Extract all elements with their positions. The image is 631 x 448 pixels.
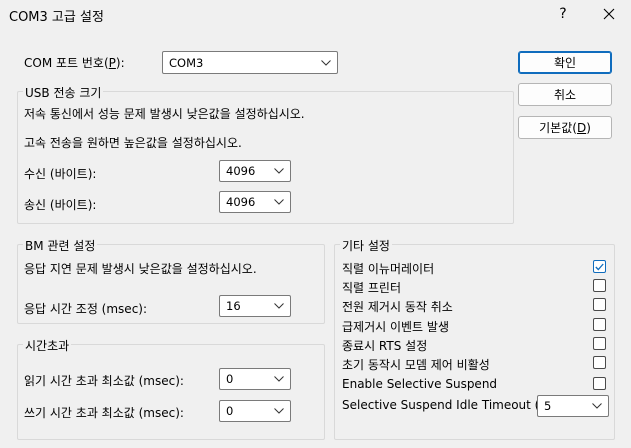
defaults-button[interactable]: 기본값(D) (518, 116, 612, 139)
bm-group-title: BM 관련 설정 (23, 237, 98, 254)
chevron-down-icon (586, 403, 608, 409)
bm-hint: 응답 지연 문제 발생시 낮은값을 설정하십시오. (24, 262, 257, 276)
cancel-button[interactable]: 취소 (518, 83, 612, 106)
checkbox-serial-printer[interactable] (593, 279, 606, 292)
port-select[interactable]: COM3 (162, 51, 338, 74)
usb-hint-1: 저속 통신에서 성능 문제 발생시 낮은값을 설정하십시오. (24, 107, 305, 121)
chevron-down-icon (268, 168, 290, 174)
checkbox-serial-enumerator[interactable] (593, 260, 606, 273)
ok-button-label: 확인 (553, 56, 577, 70)
cancel-button-label: 취소 (553, 88, 577, 102)
chevron-down-icon (268, 376, 290, 382)
option-label-set-rts-on-close: 종료시 RTS 설정 (342, 339, 428, 353)
write-timeout-label: 쓰기 시간 초과 최소값 (msec): (24, 406, 184, 420)
usb-hint-2: 고속 전송을 원하면 높은값을 설정하십시오. (24, 136, 242, 150)
option-label-surprise-removal-event: 급제거시 이벤트 발생 (342, 320, 449, 334)
close-button[interactable] (586, 0, 631, 28)
timeouts-group-title: 시간초과 (23, 337, 72, 354)
checkbox-set-rts-on-close[interactable] (593, 337, 606, 350)
chevron-down-icon (268, 408, 290, 414)
read-timeout-label: 읽기 시간 초과 최소값 (msec): (24, 374, 184, 388)
idle-timeout-value: 5 (544, 399, 552, 413)
help-button[interactable]: ? (540, 0, 586, 28)
option-label-cancel-on-power-off: 전원 제거시 동작 취소 (342, 300, 453, 314)
chevron-down-icon (268, 199, 290, 205)
chevron-down-icon (268, 303, 290, 309)
defaults-button-label: 기본값(D) (539, 121, 591, 135)
chevron-down-icon (315, 59, 337, 66)
timeouts-group (17, 344, 325, 440)
latency-select[interactable]: 16 (219, 295, 291, 317)
latency-value: 16 (226, 299, 241, 313)
write-timeout-select[interactable]: 0 (219, 400, 291, 422)
misc-group-title: 기타 설정 (340, 237, 392, 254)
transmit-size-select[interactable]: 4096 (219, 191, 291, 213)
latency-label: 응답 시간 조정 (msec): (24, 302, 148, 316)
option-label-selective-suspend: Enable Selective Suspend (342, 377, 498, 391)
idle-timeout-select[interactable]: 5 (537, 395, 609, 417)
checkbox-cancel-on-power-off[interactable] (593, 298, 606, 311)
checkbox-surprise-removal-event[interactable] (593, 318, 606, 331)
receive-size-value: 4096 (226, 164, 256, 178)
read-timeout-select[interactable]: 0 (219, 368, 291, 390)
read-timeout-value: 0 (226, 372, 234, 386)
option-label-serial-printer: 직렬 프린터 (342, 281, 402, 295)
option-label-serial-enumerator: 직렬 이뉴머레이터 (342, 262, 435, 276)
window-title: COM3 고급 설정 (9, 10, 104, 25)
receive-size-select[interactable]: 4096 (219, 160, 291, 182)
checkbox-disable-modem-ctrl[interactable] (593, 356, 606, 369)
help-icon: ? (559, 6, 567, 22)
ok-button[interactable]: 확인 (518, 51, 612, 74)
option-label-disable-modem-ctrl: 초기 동작시 모뎀 제어 비활성 (342, 358, 490, 372)
port-select-value: COM3 (169, 55, 204, 70)
receive-label: 수신 (바이트): (24, 167, 97, 181)
transmit-size-value: 4096 (226, 195, 256, 209)
port-label: COM 포트 번호(P): (24, 56, 125, 70)
checkmark-icon (595, 263, 604, 270)
usb-group-title: USB 전송 크기 (23, 84, 104, 101)
checkbox-selective-suspend[interactable] (593, 377, 606, 390)
close-icon (603, 8, 615, 20)
write-timeout-value: 0 (226, 404, 234, 418)
transmit-label: 송신 (바이트): (24, 198, 97, 212)
